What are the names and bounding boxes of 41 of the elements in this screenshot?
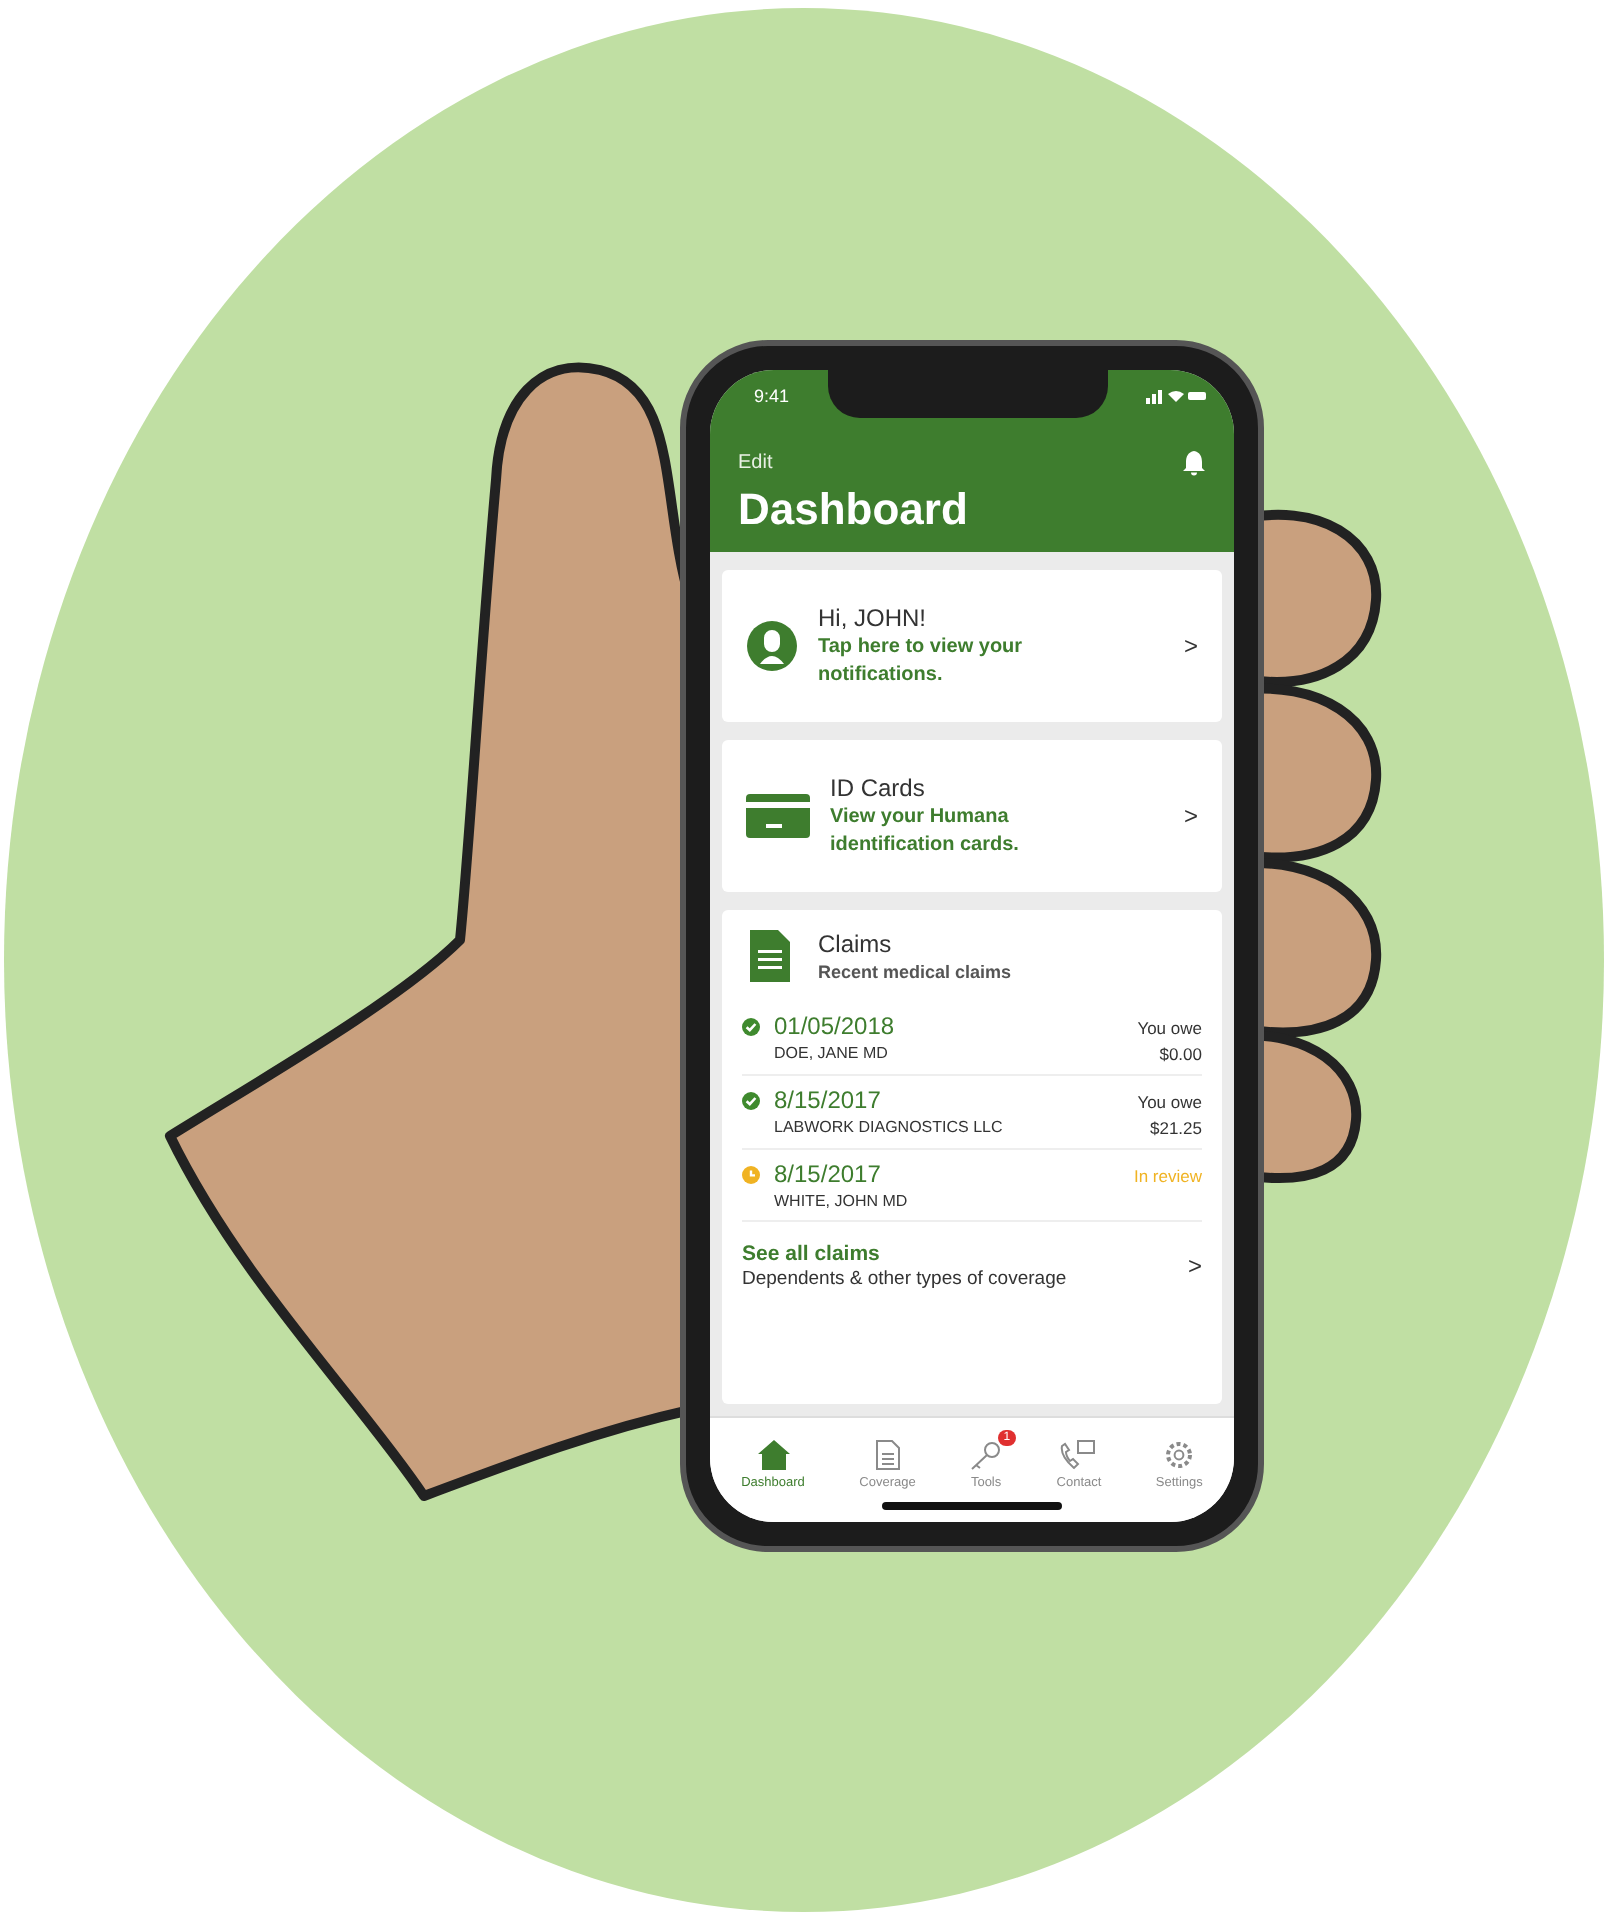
card-title: Hi, JOHN! [818, 604, 928, 632]
status-icon [742, 1092, 760, 1110]
status-icon [742, 1166, 760, 1184]
claim-row[interactable]: 01/05/2018 DOE, JANE MD You owe $0.00 [742, 1002, 1202, 1076]
claim-row[interactable]: 8/15/2017 LABWORK DIAGNOSTICS LLC You owe $21.25 [742, 1076, 1202, 1150]
bell-icon[interactable] [1182, 450, 1206, 476]
edit-button[interactable]: Edit [738, 452, 773, 474]
chevron: > [1183, 802, 1198, 830]
card-icon [746, 794, 810, 838]
card-subtitle: Tap here to view your notifications. [818, 634, 1025, 688]
card-title: Claims [818, 930, 894, 958]
chevron: > [1183, 632, 1198, 660]
settings-icon [1164, 1440, 1195, 1470]
phone-chat-icon [1060, 1440, 1097, 1470]
key-icon [970, 1440, 1003, 1470]
status-icon [742, 1018, 760, 1036]
see-all-claims-link[interactable]: See all claims Dependents & other types of coverage > [742, 1222, 1202, 1302]
claim-row[interactable]: 8/15/2017 WHITE, JOHN MD In review [742, 1150, 1202, 1222]
dashboard-card[interactable]: Hi, JOHN! Tap here to view your notifications. > [722, 570, 1222, 722]
profile-icon [746, 620, 798, 672]
claim-status: You owe [1137, 1092, 1202, 1112]
claim-provider: WHITE, JOHN MD [774, 1192, 910, 1210]
claim-provider: LABWORK DIAGNOSTICS LLC [774, 1118, 1005, 1136]
claim-provider: DOE, JANE MD [774, 1044, 890, 1062]
claim-amount: $21.25 [1150, 1118, 1202, 1138]
status-time: 9:41 [752, 384, 790, 406]
card-subtitle: Recent medical claims [818, 962, 1014, 982]
claim-status: In review [1133, 1166, 1202, 1186]
claim-date: 8/15/2017 [774, 1160, 883, 1188]
claim-date: 8/15/2017 [774, 1086, 883, 1114]
page-title: Dashboard [738, 484, 970, 536]
home-icon [757, 1440, 790, 1470]
card-subtitle: View your Humana identification cards. [830, 804, 1021, 858]
dashboard-card[interactable]: ID Cards View your Humana identification cards. > [722, 740, 1222, 892]
card-title: ID Cards [830, 774, 927, 802]
document-icon [875, 1440, 900, 1470]
status-icons [1146, 388, 1206, 404]
claim-date: 01/05/2018 [774, 1012, 897, 1040]
claim-amount: $0.00 [1159, 1044, 1202, 1064]
document-icon [750, 930, 790, 982]
claim-status: You owe [1137, 1018, 1202, 1038]
